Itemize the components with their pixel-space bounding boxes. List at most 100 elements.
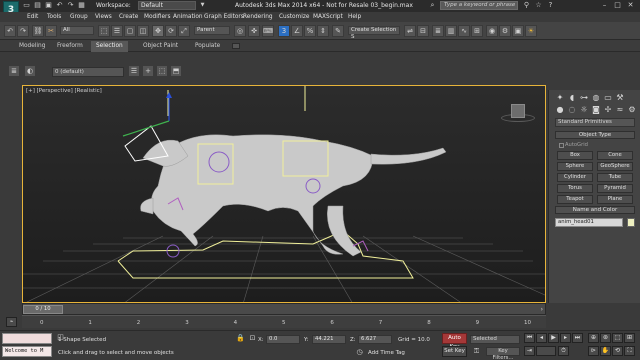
key-icon[interactable]: ⚿: [472, 347, 481, 356]
undo-icon[interactable]: ↶: [55, 1, 64, 10]
set-current-layer-icon[interactable]: ⬒: [170, 65, 182, 77]
menu-create[interactable]: Create: [119, 14, 138, 20]
name-and-color-rollout[interactable]: Name and Color: [555, 206, 635, 214]
close-icon[interactable]: ✕: [626, 1, 635, 10]
key-filters-button[interactable]: Key Filters...: [486, 347, 520, 360]
selection-lock-icon[interactable]: 🔒: [236, 334, 245, 343]
menu-rendering[interactable]: Rendering: [243, 14, 273, 20]
geosphere-button[interactable]: GeoSphere: [597, 162, 633, 171]
auto-key-button[interactable]: Auto Key: [442, 333, 467, 350]
zoom-extents-icon[interactable]: ⬚: [612, 333, 623, 343]
layer-manager-icon[interactable]: ≣: [432, 25, 444, 37]
schematic-view-icon[interactable]: ⊞: [471, 25, 483, 37]
helpers-icon[interactable]: ✢: [603, 105, 613, 115]
tab-populate[interactable]: Populate: [190, 43, 225, 49]
align-icon[interactable]: ⊟: [417, 25, 429, 37]
cone-button[interactable]: Cone: [597, 151, 633, 160]
time-slider-next-icon[interactable]: ›: [541, 306, 543, 313]
time-slider-thumb[interactable]: 0 / 10: [23, 305, 63, 314]
primitive-category-dropdown[interactable]: Standard Primitives: [555, 118, 635, 127]
mirror-icon[interactable]: ⇌: [404, 25, 416, 37]
named-selection-dropdown[interactable]: Create Selection S: [348, 26, 400, 40]
select-layer-objects-icon[interactable]: ⬚: [156, 65, 168, 77]
redo-icon[interactable]: ↷: [66, 1, 75, 10]
perspective-viewport[interactable]: [+] [Perspective] [Realistic]: [22, 85, 546, 303]
maxscript-listener-output[interactable]: [2, 333, 52, 344]
select-by-name-icon[interactable]: ☰: [111, 25, 123, 37]
curve-editor-icon[interactable]: ∿: [458, 25, 470, 37]
new-file-icon[interactable]: ▭: [22, 1, 31, 10]
display-tab-icon[interactable]: ▭: [603, 93, 613, 103]
track-bar[interactable]: 0 1 2 3 4 5 6 7 8 9 10: [22, 315, 546, 328]
zoom-extents-all-icon[interactable]: ⊞: [624, 333, 635, 343]
maxscript-mini-listener[interactable]: Welcome to M: [2, 346, 52, 357]
autogrid-checkbox[interactable]: [559, 143, 564, 148]
time-slider[interactable]: 0 / 10 ›: [22, 303, 546, 315]
edit-named-selection-icon[interactable]: ✎: [332, 25, 344, 37]
y-coordinate-field[interactable]: 44.221: [312, 335, 346, 344]
menu-help[interactable]: Help: [348, 14, 361, 20]
menu-modifiers[interactable]: Modifiers: [144, 14, 170, 20]
object-type-rollout[interactable]: Object Type: [555, 131, 635, 139]
help-icon[interactable]: ?: [546, 1, 555, 10]
go-to-end-icon[interactable]: ⏭: [572, 333, 583, 343]
play-icon[interactable]: ▶: [548, 333, 559, 343]
mini-curve-editor-icon[interactable]: ⌁: [6, 317, 17, 327]
menu-graph-editors[interactable]: Graph Editors: [204, 14, 244, 20]
go-to-start-icon[interactable]: ⏮: [524, 333, 535, 343]
cylinder-button[interactable]: Cylinder: [557, 173, 593, 182]
teapot-button[interactable]: Teapot: [557, 195, 593, 204]
orbit-icon[interactable]: ⟲: [612, 346, 623, 356]
absolute-mode-icon[interactable]: ⊡: [248, 334, 257, 343]
redo-icon[interactable]: ↷: [17, 25, 29, 37]
sphere-button[interactable]: Sphere: [557, 162, 593, 171]
layer-manager-icon[interactable]: ≣: [8, 65, 20, 77]
motion-tab-icon[interactable]: ◍: [591, 93, 601, 103]
object-color-swatch[interactable]: [627, 218, 635, 227]
undo-icon[interactable]: ↶: [4, 25, 16, 37]
graphite-toggle-icon[interactable]: ▥: [445, 25, 457, 37]
menu-maxscript[interactable]: MAXScript: [313, 14, 343, 20]
shapes-icon[interactable]: ◌: [567, 105, 577, 115]
material-editor-icon[interactable]: ◉: [486, 25, 498, 37]
selection-filter-dropdown[interactable]: All: [60, 26, 94, 35]
key-set-dropdown[interactable]: Selected: [470, 335, 520, 344]
unlink-icon[interactable]: ✂: [45, 25, 57, 37]
angle-snap-icon[interactable]: ∠: [291, 25, 303, 37]
render-production-icon[interactable]: ☀: [525, 25, 537, 37]
menu-views[interactable]: Views: [95, 14, 112, 20]
plane-button[interactable]: Plane: [597, 195, 633, 204]
z-coordinate-field[interactable]: 6.627: [358, 335, 392, 344]
minimize-icon[interactable]: –: [600, 1, 609, 10]
menu-tools[interactable]: Tools: [47, 14, 61, 20]
pivot-center-icon[interactable]: ◎: [234, 25, 246, 37]
add-time-tag-button[interactable]: Add Time Tag: [368, 350, 405, 356]
previous-frame-icon[interactable]: ◂: [536, 333, 547, 343]
add-to-layer-icon[interactable]: ☰: [128, 65, 140, 77]
select-manipulate-icon[interactable]: ✜: [248, 25, 260, 37]
select-object-icon[interactable]: ⬚: [98, 25, 110, 37]
search-input[interactable]: Type a keyword or phrase: [440, 1, 518, 10]
systems-icon[interactable]: ⚙: [627, 105, 637, 115]
tab-object-paint[interactable]: Object Paint: [138, 43, 183, 49]
reference-coordinate-dropdown[interactable]: Parent: [194, 26, 230, 35]
modify-tab-icon[interactable]: ◖: [567, 93, 577, 103]
tab-modeling[interactable]: Modeling: [14, 43, 50, 49]
time-configuration-icon[interactable]: ⏱: [558, 346, 569, 356]
menu-edit[interactable]: Edit: [27, 14, 38, 20]
set-key-button[interactable]: Set Key: [442, 346, 467, 357]
search-icon[interactable]: ⌕: [428, 1, 437, 10]
workspace-dropdown[interactable]: Default: [138, 1, 196, 10]
project-folder-icon[interactable]: ▦: [77, 1, 86, 10]
key-mode-toggle-icon[interactable]: ⇥: [524, 346, 535, 356]
zoom-all-icon[interactable]: ⊛: [600, 333, 611, 343]
menu-group[interactable]: Group: [70, 14, 88, 20]
box-button[interactable]: Box: [557, 151, 593, 160]
snaps-toggle-icon[interactable]: 3: [278, 25, 290, 37]
current-frame-field[interactable]: [536, 346, 556, 356]
link-icon[interactable]: ⛓: [32, 25, 44, 37]
field-of-view-icon[interactable]: ⊳: [588, 346, 599, 356]
utilities-tab-icon[interactable]: ⚒: [615, 93, 625, 103]
window-crossing-icon[interactable]: ◫: [137, 25, 149, 37]
layer-visibility-icon[interactable]: ◐: [24, 65, 36, 77]
